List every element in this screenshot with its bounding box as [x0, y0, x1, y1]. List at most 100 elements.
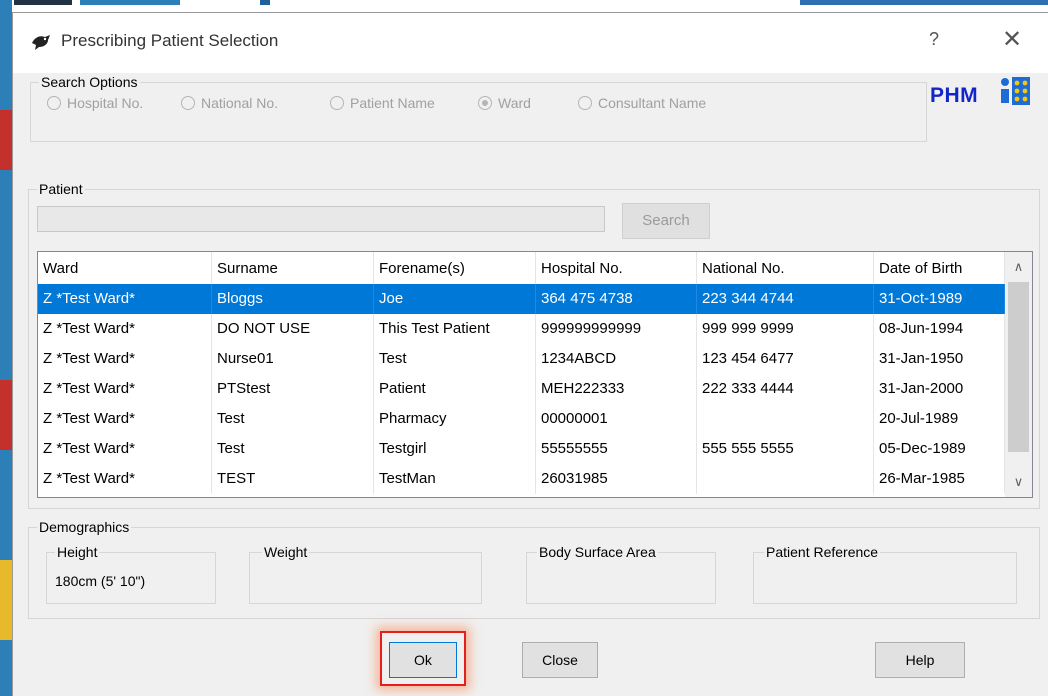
table-row-selected[interactable]: Z *Test Ward* Bloggs Joe 364 475 4738 22… [38, 284, 1005, 314]
body-surface-area-label: Body Surface Area [537, 544, 658, 560]
cell-surname: PTStest [212, 374, 374, 404]
cell-hospital-no: 999999999999 [536, 314, 697, 344]
close-button[interactable]: Close [522, 642, 598, 678]
cell-ward: Z *Test Ward* [38, 464, 212, 494]
phm-logo-icon [1001, 77, 1030, 105]
background-app-left [0, 0, 12, 696]
ok-button[interactable]: Ok [389, 642, 457, 678]
table-body: Z *Test Ward* Bloggs Joe 364 475 4738 22… [38, 284, 1005, 494]
scroll-up-icon[interactable]: ∧ [1005, 252, 1032, 282]
patient-reference-box: Patient Reference [753, 544, 1017, 604]
cell-surname: Test [212, 404, 374, 434]
table-row[interactable]: Z *Test Ward* TEST TestMan 26031985 26-M… [38, 464, 1005, 494]
cell-surname: Bloggs [212, 284, 374, 314]
cell-forename: Testgirl [374, 434, 536, 464]
cell-national-no [697, 404, 874, 434]
cell-ward: Z *Test Ward* [38, 404, 212, 434]
height-label: Height [55, 544, 100, 560]
scroll-down-icon[interactable]: ∨ [1005, 467, 1032, 497]
search-button[interactable]: Search [622, 203, 710, 239]
patient-search-input[interactable] [37, 206, 605, 232]
column-header-forename[interactable]: Forename(s) [374, 252, 536, 284]
demographics-label: Demographics [37, 519, 132, 535]
cell-national-no: 222 333 4444 [697, 374, 874, 404]
table-scrollbar[interactable]: ∧ ∨ [1005, 252, 1032, 497]
search-options-label: Search Options [39, 74, 140, 90]
cell-national-no: 223 344 4744 [697, 284, 874, 314]
cell-hospital-no: MEH222333 [536, 374, 697, 404]
radio-circle [47, 96, 61, 110]
column-header-ward[interactable]: Ward [38, 252, 212, 284]
cell-surname: TEST [212, 464, 374, 494]
cell-hospital-no: 26031985 [536, 464, 697, 494]
close-icon[interactable]: ✕ [999, 25, 1025, 55]
table-row[interactable]: Z *Test Ward* PTStest Patient MEH222333 … [38, 374, 1005, 404]
cell-date-of-birth: 08-Jun-1994 [874, 314, 1005, 344]
radio-national-no[interactable]: National No. [181, 95, 278, 111]
table-row[interactable]: Z *Test Ward* Test Testgirl 55555555 555… [38, 434, 1005, 464]
patient-group-label: Patient [37, 181, 85, 197]
search-options-group: Search Options [30, 74, 927, 142]
cell-hospital-no: 55555555 [536, 434, 697, 464]
cell-forename: This Test Patient [374, 314, 536, 344]
body-surface-area-box: Body Surface Area [526, 544, 716, 604]
title-bar: Prescribing Patient Selection ? ✕ [13, 13, 1048, 73]
height-box: Height 180cm (5' 10") [46, 544, 216, 604]
cell-surname: Test [212, 434, 374, 464]
cell-national-no [697, 464, 874, 494]
cell-ward: Z *Test Ward* [38, 344, 212, 374]
cell-forename: TestMan [374, 464, 536, 494]
cell-surname: Nurse01 [212, 344, 374, 374]
radio-circle-selected [478, 96, 492, 110]
radio-label: Patient Name [350, 95, 435, 111]
cell-national-no: 999 999 9999 [697, 314, 874, 344]
background-app-top [0, 0, 1048, 12]
cell-national-no: 123 454 6477 [697, 344, 874, 374]
cell-ward: Z *Test Ward* [38, 374, 212, 404]
cell-date-of-birth: 31-Oct-1989 [874, 284, 1005, 314]
table-header: Ward Surname Forename(s) Hospital No. Na… [38, 252, 1005, 285]
cell-hospital-no: 364 475 4738 [536, 284, 697, 314]
patient-table: Ward Surname Forename(s) Hospital No. Na… [37, 251, 1033, 498]
help-button[interactable]: Help [875, 642, 965, 678]
radio-consultant-name[interactable]: Consultant Name [578, 95, 706, 111]
app-bird-icon [32, 35, 50, 50]
radio-ward[interactable]: Ward [478, 95, 531, 111]
column-header-national-no[interactable]: National No. [697, 252, 874, 284]
radio-circle [181, 96, 195, 110]
cell-date-of-birth: 26-Mar-1985 [874, 464, 1005, 494]
weight-label: Weight [262, 544, 310, 560]
cell-forename: Patient [374, 374, 536, 404]
cell-date-of-birth: 31-Jan-1950 [874, 344, 1005, 374]
scrollbar-thumb[interactable] [1008, 282, 1029, 452]
radio-circle [578, 96, 592, 110]
help-icon[interactable]: ? [929, 29, 939, 50]
table-row[interactable]: Z *Test Ward* Nurse01 Test 1234ABCD 123 … [38, 344, 1005, 374]
cell-date-of-birth: 05-Dec-1989 [874, 434, 1005, 464]
cell-ward: Z *Test Ward* [38, 284, 212, 314]
cell-forename: Test [374, 344, 536, 374]
table-row[interactable]: Z *Test Ward* DO NOT USE This Test Patie… [38, 314, 1005, 344]
cell-date-of-birth: 20-Jul-1989 [874, 404, 1005, 434]
radio-label: National No. [201, 95, 279, 111]
height-value: 180cm (5' 10") [55, 573, 146, 589]
cell-national-no: 555 555 5555 [697, 434, 874, 464]
radio-label: Consultant Name [598, 95, 707, 111]
column-header-surname[interactable]: Surname [212, 252, 374, 284]
cell-hospital-no: 1234ABCD [536, 344, 697, 374]
phm-brand-text: PHM [930, 84, 979, 107]
cell-date-of-birth: 31-Jan-2000 [874, 374, 1005, 404]
column-header-date-of-birth[interactable]: Date of Birth [874, 252, 1005, 284]
table-row[interactable]: Z *Test Ward* Test Pharmacy 00000001 20-… [38, 404, 1005, 434]
weight-box: Weight [249, 544, 482, 604]
radio-hospital-no[interactable]: Hospital No. [47, 95, 143, 111]
cell-hospital-no: 00000001 [536, 404, 697, 434]
radio-label: Ward [498, 95, 531, 111]
radio-circle [330, 96, 344, 110]
radio-patient-name[interactable]: Patient Name [330, 95, 435, 111]
cell-forename: Pharmacy [374, 404, 536, 434]
cell-ward: Z *Test Ward* [38, 434, 212, 464]
column-header-hospital-no[interactable]: Hospital No. [536, 252, 697, 284]
patient-reference-label: Patient Reference [764, 544, 881, 560]
radio-label: Hospital No. [67, 95, 144, 111]
